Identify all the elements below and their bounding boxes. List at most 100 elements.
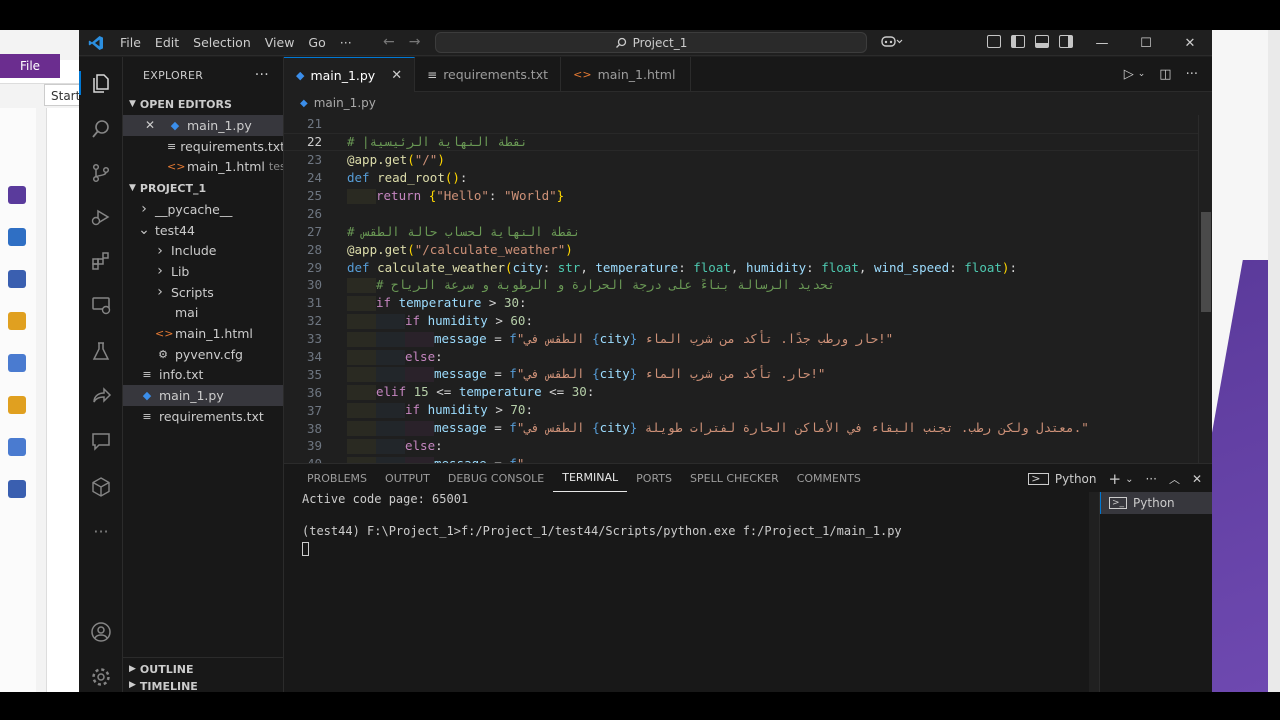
tool-icon[interactable]	[8, 270, 26, 288]
panel-tab-problems[interactable]: PROBLEMS	[298, 464, 376, 492]
open-editor-item[interactable]: ✕ ◆ main_1.py	[123, 115, 283, 136]
terminal-list-item[interactable]: >_ Python	[1100, 492, 1212, 514]
settings-gear-icon[interactable]	[89, 665, 113, 689]
tree-item[interactable]: ≡ requirements.txt	[123, 406, 283, 427]
breadcrumb-file[interactable]: main_1.py	[314, 96, 376, 110]
explorer-icon[interactable]	[79, 71, 113, 95]
outline-section[interactable]: ▶ OUTLINE	[123, 658, 284, 680]
live-share-icon[interactable]	[89, 385, 113, 409]
line-number: 29	[306, 259, 322, 275]
maximize-panel-icon[interactable]: ︿	[1169, 471, 1180, 487]
search-icon[interactable]	[89, 117, 113, 141]
menu-edit[interactable]: Edit	[148, 35, 186, 50]
python-file-icon: ◆	[170, 118, 180, 132]
tool-icon[interactable]	[8, 438, 26, 456]
source-control-icon[interactable]	[89, 161, 113, 185]
config-file-icon: ⚙	[158, 347, 168, 361]
more-actions-icon[interactable]: ···	[1186, 67, 1198, 82]
timeline-label: TIMELINE	[139, 680, 198, 692]
tree-item[interactable]: mai	[123, 303, 283, 324]
explorer-more-icon[interactable]: ···	[255, 67, 269, 83]
tool-icon[interactable]	[8, 186, 26, 204]
navigation-arrows: ← →	[383, 34, 420, 50]
tree-item[interactable]: › Include	[123, 240, 283, 261]
panel-tab-terminal[interactable]: TERMINAL	[553, 464, 628, 492]
close-window-icon[interactable]: ✕	[1168, 30, 1212, 56]
background-scrollbar[interactable]	[1268, 30, 1280, 692]
menu-file[interactable]: File	[113, 35, 148, 50]
more-actions-icon[interactable]: ···	[1145, 472, 1156, 486]
copilot-icon[interactable]	[881, 34, 903, 51]
tree-item[interactable]: ◆ main_1.py	[123, 385, 283, 406]
tab-main-py[interactable]: ◆ main_1.py ✕	[284, 57, 416, 92]
background-start-tab[interactable]: Start	[44, 84, 80, 106]
tab-requirements-txt[interactable]: ≡ requirements.txt	[415, 57, 562, 92]
close-editor-icon[interactable]: ✕	[145, 118, 167, 132]
terminal-output[interactable]: Active code page: 65001 (test44) F:\Proje…	[302, 492, 902, 556]
open-editor-item[interactable]: ≡ requirements.txt	[123, 136, 283, 157]
text-file-icon: ≡	[167, 139, 177, 153]
toggle-secondary-sidebar-icon[interactable]	[1059, 35, 1073, 48]
more-views-icon[interactable]: ···	[89, 519, 113, 543]
tool-icon[interactable]	[8, 354, 26, 372]
split-editor-icon[interactable]: ◫	[1159, 67, 1171, 82]
maximize-icon[interactable]: ☐	[1124, 30, 1168, 56]
open-editor-item[interactable]: <>main_1.htmltest...	[123, 156, 283, 177]
chevron-down-icon[interactable]: ⌄	[1138, 69, 1146, 82]
terminal-scrollbar[interactable]	[1089, 492, 1099, 692]
run-debug-icon[interactable]	[89, 205, 113, 229]
background-file-tab[interactable]: File	[0, 54, 60, 78]
tree-item[interactable]: › Scripts	[123, 282, 283, 303]
panel-tab-ports[interactable]: PORTS	[627, 464, 681, 492]
panel-tab-output[interactable]: OUTPUT	[376, 464, 439, 492]
menu-view[interactable]: View	[258, 35, 302, 50]
terminal-name[interactable]: Python	[1055, 472, 1097, 486]
testing-icon[interactable]	[89, 339, 113, 363]
code-line: 27 # نقطة النهاية لحساب حالة الطقس	[284, 222, 1212, 240]
menu-selection[interactable]: Selection	[186, 35, 258, 50]
extensions-icon[interactable]	[89, 249, 113, 273]
containers-icon[interactable]	[89, 475, 113, 499]
new-terminal-icon[interactable]: +	[1109, 470, 1122, 488]
customize-layout-icon[interactable]	[987, 35, 1001, 48]
forward-arrow-icon[interactable]: →	[409, 34, 421, 50]
activity-bar: ···	[79, 57, 123, 692]
lock-icon[interactable]	[8, 396, 26, 414]
tree-item[interactable]: › Lib	[123, 261, 283, 282]
open-editors-section[interactable]: ▼ OPEN EDITORS	[123, 93, 283, 115]
toggle-sidebar-icon[interactable]	[1011, 35, 1025, 48]
minimize-icon[interactable]: —	[1080, 30, 1124, 56]
scrollbar-thumb[interactable]	[1201, 212, 1211, 312]
tool-icon[interactable]	[8, 480, 26, 498]
more-menu-icon[interactable]: ···	[333, 35, 359, 50]
back-arrow-icon[interactable]: ←	[383, 34, 395, 50]
tree-item[interactable]: <> main_1.html	[123, 323, 283, 344]
panel-tab-comments[interactable]: COMMENTS	[788, 464, 870, 492]
project-section[interactable]: ▼ PROJECT_1	[123, 177, 283, 199]
run-python-file-icon[interactable]: ▷	[1124, 67, 1134, 82]
tab-main-html[interactable]: <> main_1.html	[561, 57, 692, 92]
chevron-down-icon: ⌄	[138, 222, 150, 239]
remote-explorer-icon[interactable]	[89, 293, 113, 317]
code-editor[interactable]: 21 22 # |نقطة النهاية الرئيسية 23 @app.get…	[284, 115, 1212, 463]
terminal-list: >_ Python	[1099, 492, 1212, 692]
panel-tab-debug-console[interactable]: DEBUG CONSOLE	[439, 464, 553, 492]
tree-item[interactable]: ⚙ pyvenv.cfg	[123, 344, 283, 365]
close-panel-icon[interactable]: ✕	[1192, 472, 1202, 486]
close-tab-icon[interactable]: ✕	[391, 68, 402, 83]
command-center-search[interactable]: Project_1	[435, 32, 867, 53]
tree-item[interactable]: ⌄ test44	[123, 220, 283, 241]
chevron-down-icon[interactable]: ⌄	[1125, 474, 1133, 485]
toggle-panel-icon[interactable]	[1035, 35, 1049, 48]
account-icon[interactable]	[89, 620, 113, 644]
panel-tab-spell-checker[interactable]: SPELL CHECKER	[681, 464, 788, 492]
editor-scrollbar[interactable]	[1198, 115, 1212, 463]
tool-icon[interactable]	[8, 312, 26, 330]
timeline-section[interactable]: ▶ TIMELINE	[123, 680, 284, 692]
tool-icon[interactable]	[8, 228, 26, 246]
tree-item[interactable]: › __pycache__	[123, 199, 283, 220]
tree-item[interactable]: ≡ info.txt	[123, 365, 283, 386]
line-number: 36	[306, 384, 322, 400]
chat-icon[interactable]	[89, 429, 113, 453]
menu-go[interactable]: Go	[301, 35, 332, 50]
